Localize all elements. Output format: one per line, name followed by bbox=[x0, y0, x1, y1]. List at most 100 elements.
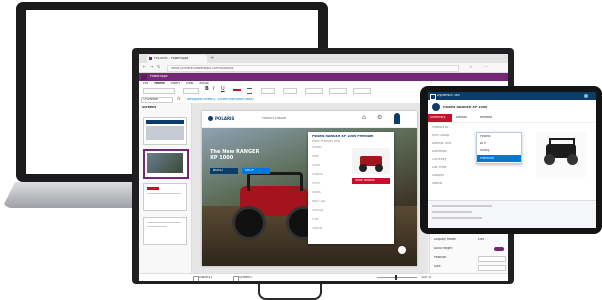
thumb-line bbox=[147, 222, 181, 223]
prop-input[interactable] bbox=[478, 265, 506, 271]
fill-icon[interactable] bbox=[261, 88, 275, 94]
field-label: Engine bbox=[312, 173, 323, 176]
menu-insert[interactable]: Insert bbox=[171, 82, 180, 85]
align-icon[interactable] bbox=[247, 88, 252, 94]
footer-left[interactable]: Gallery1 bbox=[199, 276, 229, 279]
tablet-vehicle-wheel bbox=[567, 154, 578, 165]
app-launcher-icon[interactable] bbox=[141, 74, 147, 80]
prop-input[interactable] bbox=[478, 256, 506, 262]
border-icon[interactable] bbox=[283, 88, 297, 94]
field-label: Currency bbox=[432, 158, 447, 161]
popup-item[interactable]: Polaris bbox=[480, 135, 518, 138]
card-title: Polaris RANGER XP 1000 Premium bbox=[312, 135, 374, 138]
font-size-dropdown[interactable] bbox=[183, 88, 199, 94]
star-icon[interactable]: ☆ bbox=[469, 65, 473, 69]
font-color-icon[interactable] bbox=[233, 89, 241, 91]
menu-file[interactable]: File bbox=[143, 82, 148, 85]
underline-icon[interactable]: U bbox=[221, 87, 225, 92]
menu-action[interactable]: Action bbox=[199, 82, 209, 85]
disabled-icon[interactable] bbox=[305, 88, 323, 94]
home-icon[interactable]: ⌂ bbox=[362, 115, 366, 121]
user-icon[interactable] bbox=[584, 94, 588, 98]
tablet-product-image bbox=[536, 132, 586, 178]
d365-navbar: Dynamics 365 bbox=[428, 92, 596, 100]
popup-item-selected[interactable]: Premium bbox=[477, 155, 521, 162]
menu-icon[interactable]: ⋯ bbox=[484, 65, 488, 69]
field-label: List Price bbox=[432, 166, 447, 169]
field-label: Status bbox=[432, 182, 443, 185]
menu-home[interactable]: Home bbox=[154, 82, 164, 85]
scroll-button-icon[interactable] bbox=[398, 246, 406, 254]
prop-label: Size bbox=[434, 265, 441, 268]
thumb-header bbox=[146, 120, 184, 124]
card-vehicle-wheel bbox=[375, 164, 383, 172]
hero-text: The New RANGER XP 1000 bbox=[210, 149, 260, 161]
ribbon-menu: File Home Insert View Action bbox=[143, 82, 209, 85]
screen-thumbnail-2[interactable] bbox=[143, 149, 189, 179]
font-dropdown[interactable] bbox=[143, 88, 175, 94]
subgrid-line bbox=[432, 217, 482, 219]
vehicle-wheel-front bbox=[232, 206, 266, 240]
hero-button-shop-label: SHOP bbox=[245, 169, 254, 172]
screen-thumbnail-1[interactable] bbox=[143, 117, 187, 145]
tab-details[interactable]: Details bbox=[456, 116, 476, 119]
properties-list: Visible On Display mode Edit Auto height… bbox=[434, 229, 506, 273]
vehicle-roll-cage bbox=[247, 172, 303, 191]
field-label: Color bbox=[312, 164, 321, 167]
forward-icon[interactable]: → bbox=[150, 65, 153, 69]
italic-icon[interactable]: I bbox=[213, 87, 214, 92]
record-fields: Product ID Unit Group Default Unit Decim… bbox=[432, 126, 482, 192]
status-bar: Gallery1 Screen1 100 % bbox=[139, 273, 508, 281]
reorder-icon[interactable] bbox=[329, 88, 347, 94]
align-objects-icon[interactable] bbox=[353, 88, 371, 94]
popup-item-selected-label: Premium bbox=[480, 157, 495, 160]
address-bar[interactable]: https://create.powerapps.com/studio/# bbox=[167, 65, 459, 72]
card-view-button[interactable]: View Details bbox=[352, 178, 390, 184]
footer-right[interactable]: Screen1 bbox=[239, 276, 269, 279]
tab-summary[interactable]: Summary bbox=[428, 114, 452, 122]
zoom-slider-thumb[interactable] bbox=[395, 275, 397, 280]
back-icon[interactable]: ← bbox=[143, 65, 146, 69]
thumb-image bbox=[147, 153, 183, 173]
new-tab-icon[interactable]: + bbox=[210, 56, 214, 61]
record-header: Polaris RANGER XP 1000 bbox=[428, 100, 596, 115]
record-title: Polaris RANGER XP 1000 bbox=[443, 106, 488, 109]
tablet-vehicle-wheel bbox=[544, 154, 555, 165]
prop-value[interactable]: Edit bbox=[478, 238, 504, 241]
thumb-line bbox=[147, 226, 167, 227]
refresh-icon[interactable]: ↻ bbox=[157, 65, 160, 69]
settings-icon[interactable]: ⚙ bbox=[377, 115, 382, 121]
prop-toggle[interactable] bbox=[494, 247, 504, 251]
thumb-body bbox=[146, 126, 184, 140]
field-label: Product ID bbox=[432, 126, 449, 129]
field-label: Decimals bbox=[432, 150, 447, 153]
card-vehicle-wheel bbox=[359, 164, 367, 172]
fx-icon: fx bbox=[177, 96, 181, 101]
app-canvas: POLARIS Product Details ⌂ ⚙ The New RANG… bbox=[202, 111, 417, 266]
field-label: Default Unit bbox=[432, 142, 452, 145]
app-header: POLARIS Product Details ⌂ ⚙ bbox=[202, 111, 417, 128]
hero-button-build[interactable]: BUILD bbox=[210, 168, 238, 174]
monitor-stand bbox=[258, 284, 322, 300]
popup-item[interactable]: ATV bbox=[480, 142, 518, 145]
field-label: Unit Group bbox=[432, 134, 450, 137]
bold-icon[interactable]: B bbox=[205, 87, 209, 92]
field-label: Seats bbox=[312, 191, 321, 194]
popup-item[interactable]: Utility bbox=[480, 149, 518, 152]
brand-name: PowerApps bbox=[150, 75, 168, 78]
card-fields: Model Year Color Engine Price Seats Bed … bbox=[312, 146, 348, 240]
tab-favicon-icon bbox=[149, 57, 152, 60]
canvas-area: POLARIS Product Details ⌂ ⚙ The New RANG… bbox=[192, 103, 428, 273]
formula-text[interactable]: Navigate(Screen1, ScreenTransition.Fade) bbox=[187, 98, 407, 101]
zoom-slider[interactable] bbox=[377, 277, 417, 278]
user-avatar-icon[interactable] bbox=[394, 113, 400, 124]
tab-related[interactable]: Related bbox=[480, 116, 500, 119]
browser-tab[interactable]: POLARIS - PowerApps bbox=[147, 55, 207, 63]
screen-thumbnail-3[interactable] bbox=[143, 183, 187, 211]
menu-view[interactable]: View bbox=[186, 82, 194, 85]
hero-button-shop[interactable]: SHOP bbox=[242, 168, 270, 174]
screen-thumbnail-4[interactable] bbox=[143, 217, 187, 245]
field-label: Price bbox=[312, 182, 320, 185]
product-card: Polaris RANGER XP 1000 Premium Main Prod… bbox=[308, 132, 394, 244]
thumb-logo bbox=[147, 187, 159, 190]
